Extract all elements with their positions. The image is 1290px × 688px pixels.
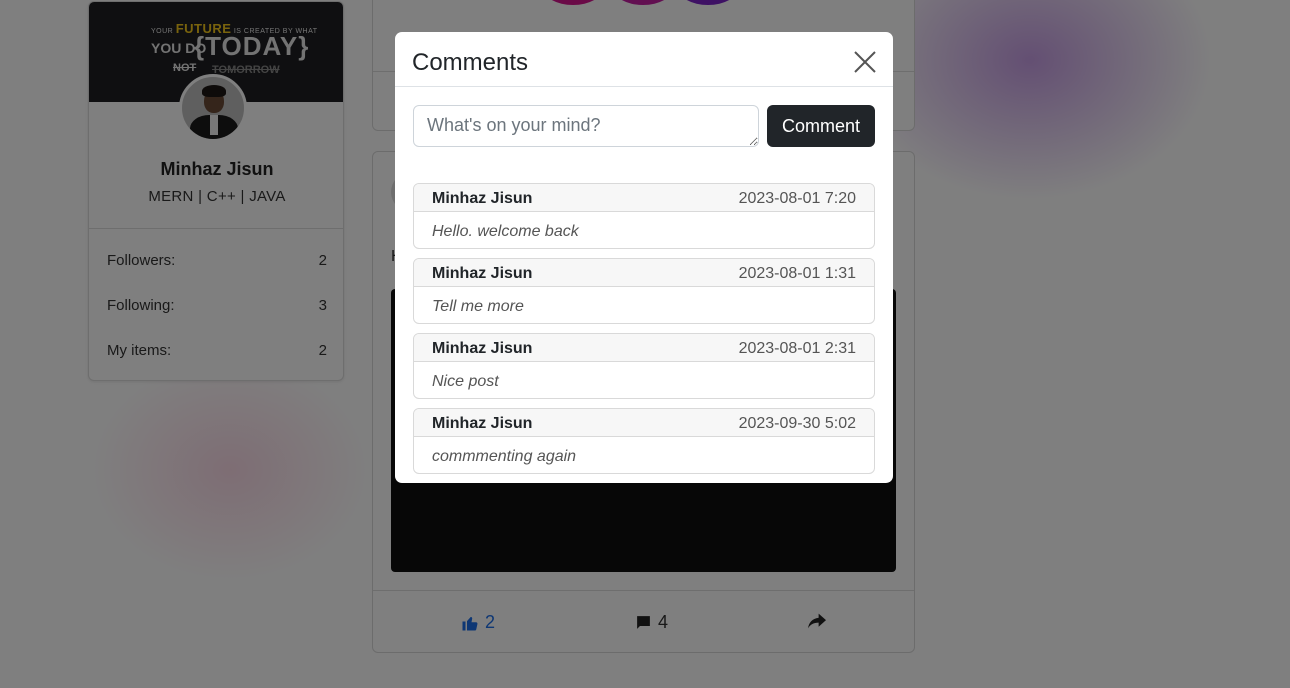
comment-time: 2023-08-01 2:31 xyxy=(738,340,856,357)
page: YOUR FUTURE IS CREATED BY WHAT YOU DO {T… xyxy=(0,0,1290,688)
modal-title: Comments xyxy=(412,49,529,76)
comments-modal: Comments Comment Minhaz Jisun 2023-08-01… xyxy=(395,32,893,483)
comment-item: Minhaz Jisun 2023-08-01 2:31 Nice post xyxy=(413,333,875,399)
comment-header: Minhaz Jisun 2023-08-01 1:31 xyxy=(414,259,874,287)
comment-time: 2023-09-30 5:02 xyxy=(738,415,856,432)
comment-text: Nice post xyxy=(432,373,499,390)
comment-input[interactable] xyxy=(413,105,759,147)
comment-header: Minhaz Jisun 2023-09-30 5:02 xyxy=(414,409,874,437)
comment-text: Hello. welcome back xyxy=(432,223,579,240)
comment-text: Tell me more xyxy=(432,298,524,315)
comment-header: Minhaz Jisun 2023-08-01 2:31 xyxy=(414,334,874,362)
close-button[interactable] xyxy=(851,48,879,76)
comment-time: 2023-08-01 1:31 xyxy=(738,265,856,282)
comment-author[interactable]: Minhaz Jisun xyxy=(432,340,532,358)
comment-submit-button[interactable]: Comment xyxy=(767,105,875,147)
comment-header: Minhaz Jisun 2023-08-01 7:20 xyxy=(414,184,874,212)
comment-author[interactable]: Minhaz Jisun xyxy=(432,415,532,433)
close-icon xyxy=(851,51,879,80)
comment-item: Minhaz Jisun 2023-09-30 5:02 commmenting… xyxy=(413,408,875,474)
comment-item: Minhaz Jisun 2023-08-01 7:20 Hello. welc… xyxy=(413,183,875,249)
modal-header: Comments xyxy=(395,32,893,87)
comment-item: Minhaz Jisun 2023-08-01 1:31 Tell me mor… xyxy=(413,258,875,324)
comment-author[interactable]: Minhaz Jisun xyxy=(432,190,532,208)
comment-author[interactable]: Minhaz Jisun xyxy=(432,265,532,283)
comment-text: commmenting again xyxy=(432,448,577,465)
comment-time: 2023-08-01 7:20 xyxy=(738,190,856,207)
